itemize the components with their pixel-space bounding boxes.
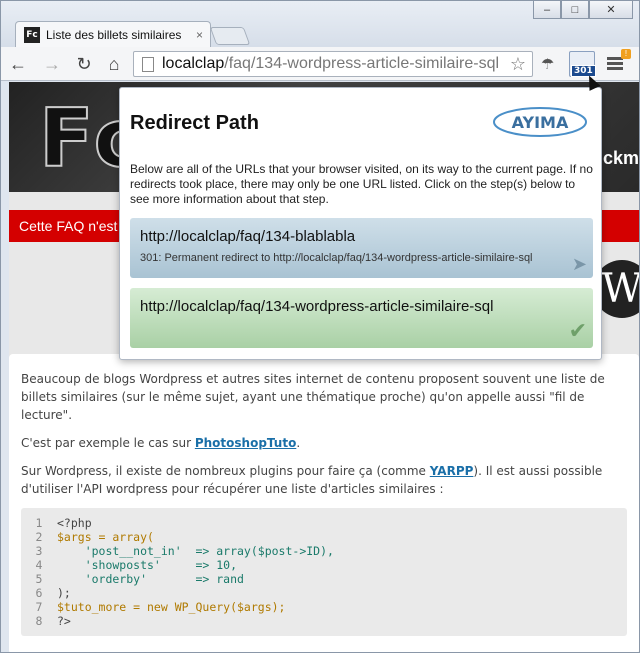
new-tab-button[interactable] [209, 27, 251, 45]
favicon-icon: Fc [24, 26, 40, 43]
extension-umbrella-icon[interactable]: ☂ [541, 55, 561, 75]
reload-button[interactable]: ↻ [73, 53, 95, 75]
code-text: <?php [57, 516, 92, 530]
code-line: 3 'post__not_in' => array($post->ID), [21, 544, 627, 558]
code-line: 1 <?php [21, 516, 627, 530]
line-number: 8 [35, 614, 43, 628]
code-line: 2 $args = array( [21, 530, 627, 544]
redirect-step-final[interactable]: http://localclap/faq/134-wordpress-artic… [130, 288, 593, 348]
close-window-button[interactable]: ✕ [589, 1, 633, 19]
minimize-button[interactable]: – [533, 1, 561, 19]
code-text: $tuto_more = new WP_Query($args); [57, 600, 286, 614]
article-body: Beaucoup de blogs Wordpress et autres si… [9, 354, 639, 652]
code-text: $args = array( [57, 530, 154, 544]
browser-tab[interactable]: Fc Liste des billets similaires × [15, 21, 211, 47]
paragraph-1: Beaucoup de blogs Wordpress et autres si… [21, 372, 605, 422]
line-number: 4 [35, 558, 43, 572]
code-text: 'showposts' => 10, [57, 558, 238, 572]
notice-text: Cette FAQ n'est [19, 218, 118, 234]
arrow-right-icon: ➤ [571, 254, 587, 274]
code-text: ); [57, 586, 71, 600]
step-url: http://localclap/faq/134-blablabla [140, 228, 356, 245]
ayima-logo-text: AYIMA [512, 113, 569, 132]
paragraph-2-end: . [296, 436, 301, 450]
toolbar: ← → ↻ ⌂ localclap/faq/134-wordpress-arti… [1, 47, 639, 81]
paragraph-2: C'est par exemple le cas sur PhotoshopTu… [21, 434, 627, 452]
code-line: 8 ?> [21, 614, 627, 628]
menu-alert-badge: ! [621, 49, 631, 59]
code-line: 6); [21, 586, 627, 600]
title-bar: – □ ✕ Fc Liste des billets similaires × [1, 1, 639, 47]
paragraph-3-text: Sur Wordpress, il existe de nombreux plu… [21, 464, 430, 478]
url-host: localclap [162, 55, 225, 72]
code-text: 'orderby' => rand [57, 572, 244, 586]
redirect-path-popup: Redirect Path AYIMA Below are all of the… [119, 87, 602, 360]
window-controls: – □ ✕ [533, 1, 633, 19]
home-button[interactable]: ⌂ [103, 53, 125, 75]
paragraph-2-text: C'est par exemple le cas sur [21, 436, 195, 450]
site-header-text: ckm [602, 148, 639, 168]
step-status: 301: Permanent redirect to http://localc… [140, 252, 533, 264]
code-text: 'post__not_in' => array($post->ID), [57, 544, 334, 558]
popup-description: Below are all of the URLs that your brow… [130, 162, 593, 206]
maximize-button[interactable]: □ [561, 1, 589, 19]
code-block: 1 <?php 2 $args = array( 3 'post__not_in' … [21, 508, 627, 636]
forward-button[interactable]: → [41, 53, 63, 75]
tab-title: Liste des billets similaires [46, 27, 182, 42]
url-path: /faq/134-wordpress-article-similaire-sql [224, 55, 500, 72]
line-number: 3 [35, 544, 43, 558]
redirect-path-extension-button[interactable]: 301 [569, 51, 596, 77]
popup-title: Redirect Path [130, 112, 259, 134]
code-line: 4 'showposts' => 10, [21, 558, 627, 572]
line-number: 6 [35, 586, 43, 600]
redirect-step-1[interactable]: http://localclap/faq/134-blablabla 301: … [130, 218, 593, 278]
code-text: ?> [57, 614, 71, 628]
checkmark-icon: ✔ [568, 318, 587, 343]
line-number: 5 [35, 572, 43, 586]
back-button[interactable]: ← [7, 53, 29, 75]
ayima-logo: AYIMA [493, 107, 587, 137]
bookmark-star-icon[interactable]: ☆ [510, 54, 526, 75]
step-url: http://localclap/faq/134-wordpress-artic… [140, 298, 494, 315]
browser-window: – □ ✕ Fc Liste des billets similaires × … [0, 0, 640, 653]
yarpp-link[interactable]: YARPP [430, 464, 474, 478]
photoshoptuto-link[interactable]: PhotoshopTuto [195, 436, 296, 450]
code-line: 5 'orderby' => rand [21, 572, 627, 586]
page-icon [142, 56, 154, 72]
paragraph-3: Sur Wordpress, il existe de nombreux plu… [21, 462, 627, 498]
line-number: 7 [35, 600, 43, 614]
line-number: 2 [35, 530, 43, 544]
tab-close-icon[interactable]: × [196, 28, 203, 42]
code-line: 7 $tuto_more = new WP_Query($args); [21, 600, 627, 614]
line-number: 1 [35, 516, 43, 530]
address-bar[interactable]: localclap/faq/134-wordpress-article-simi… [133, 51, 533, 77]
